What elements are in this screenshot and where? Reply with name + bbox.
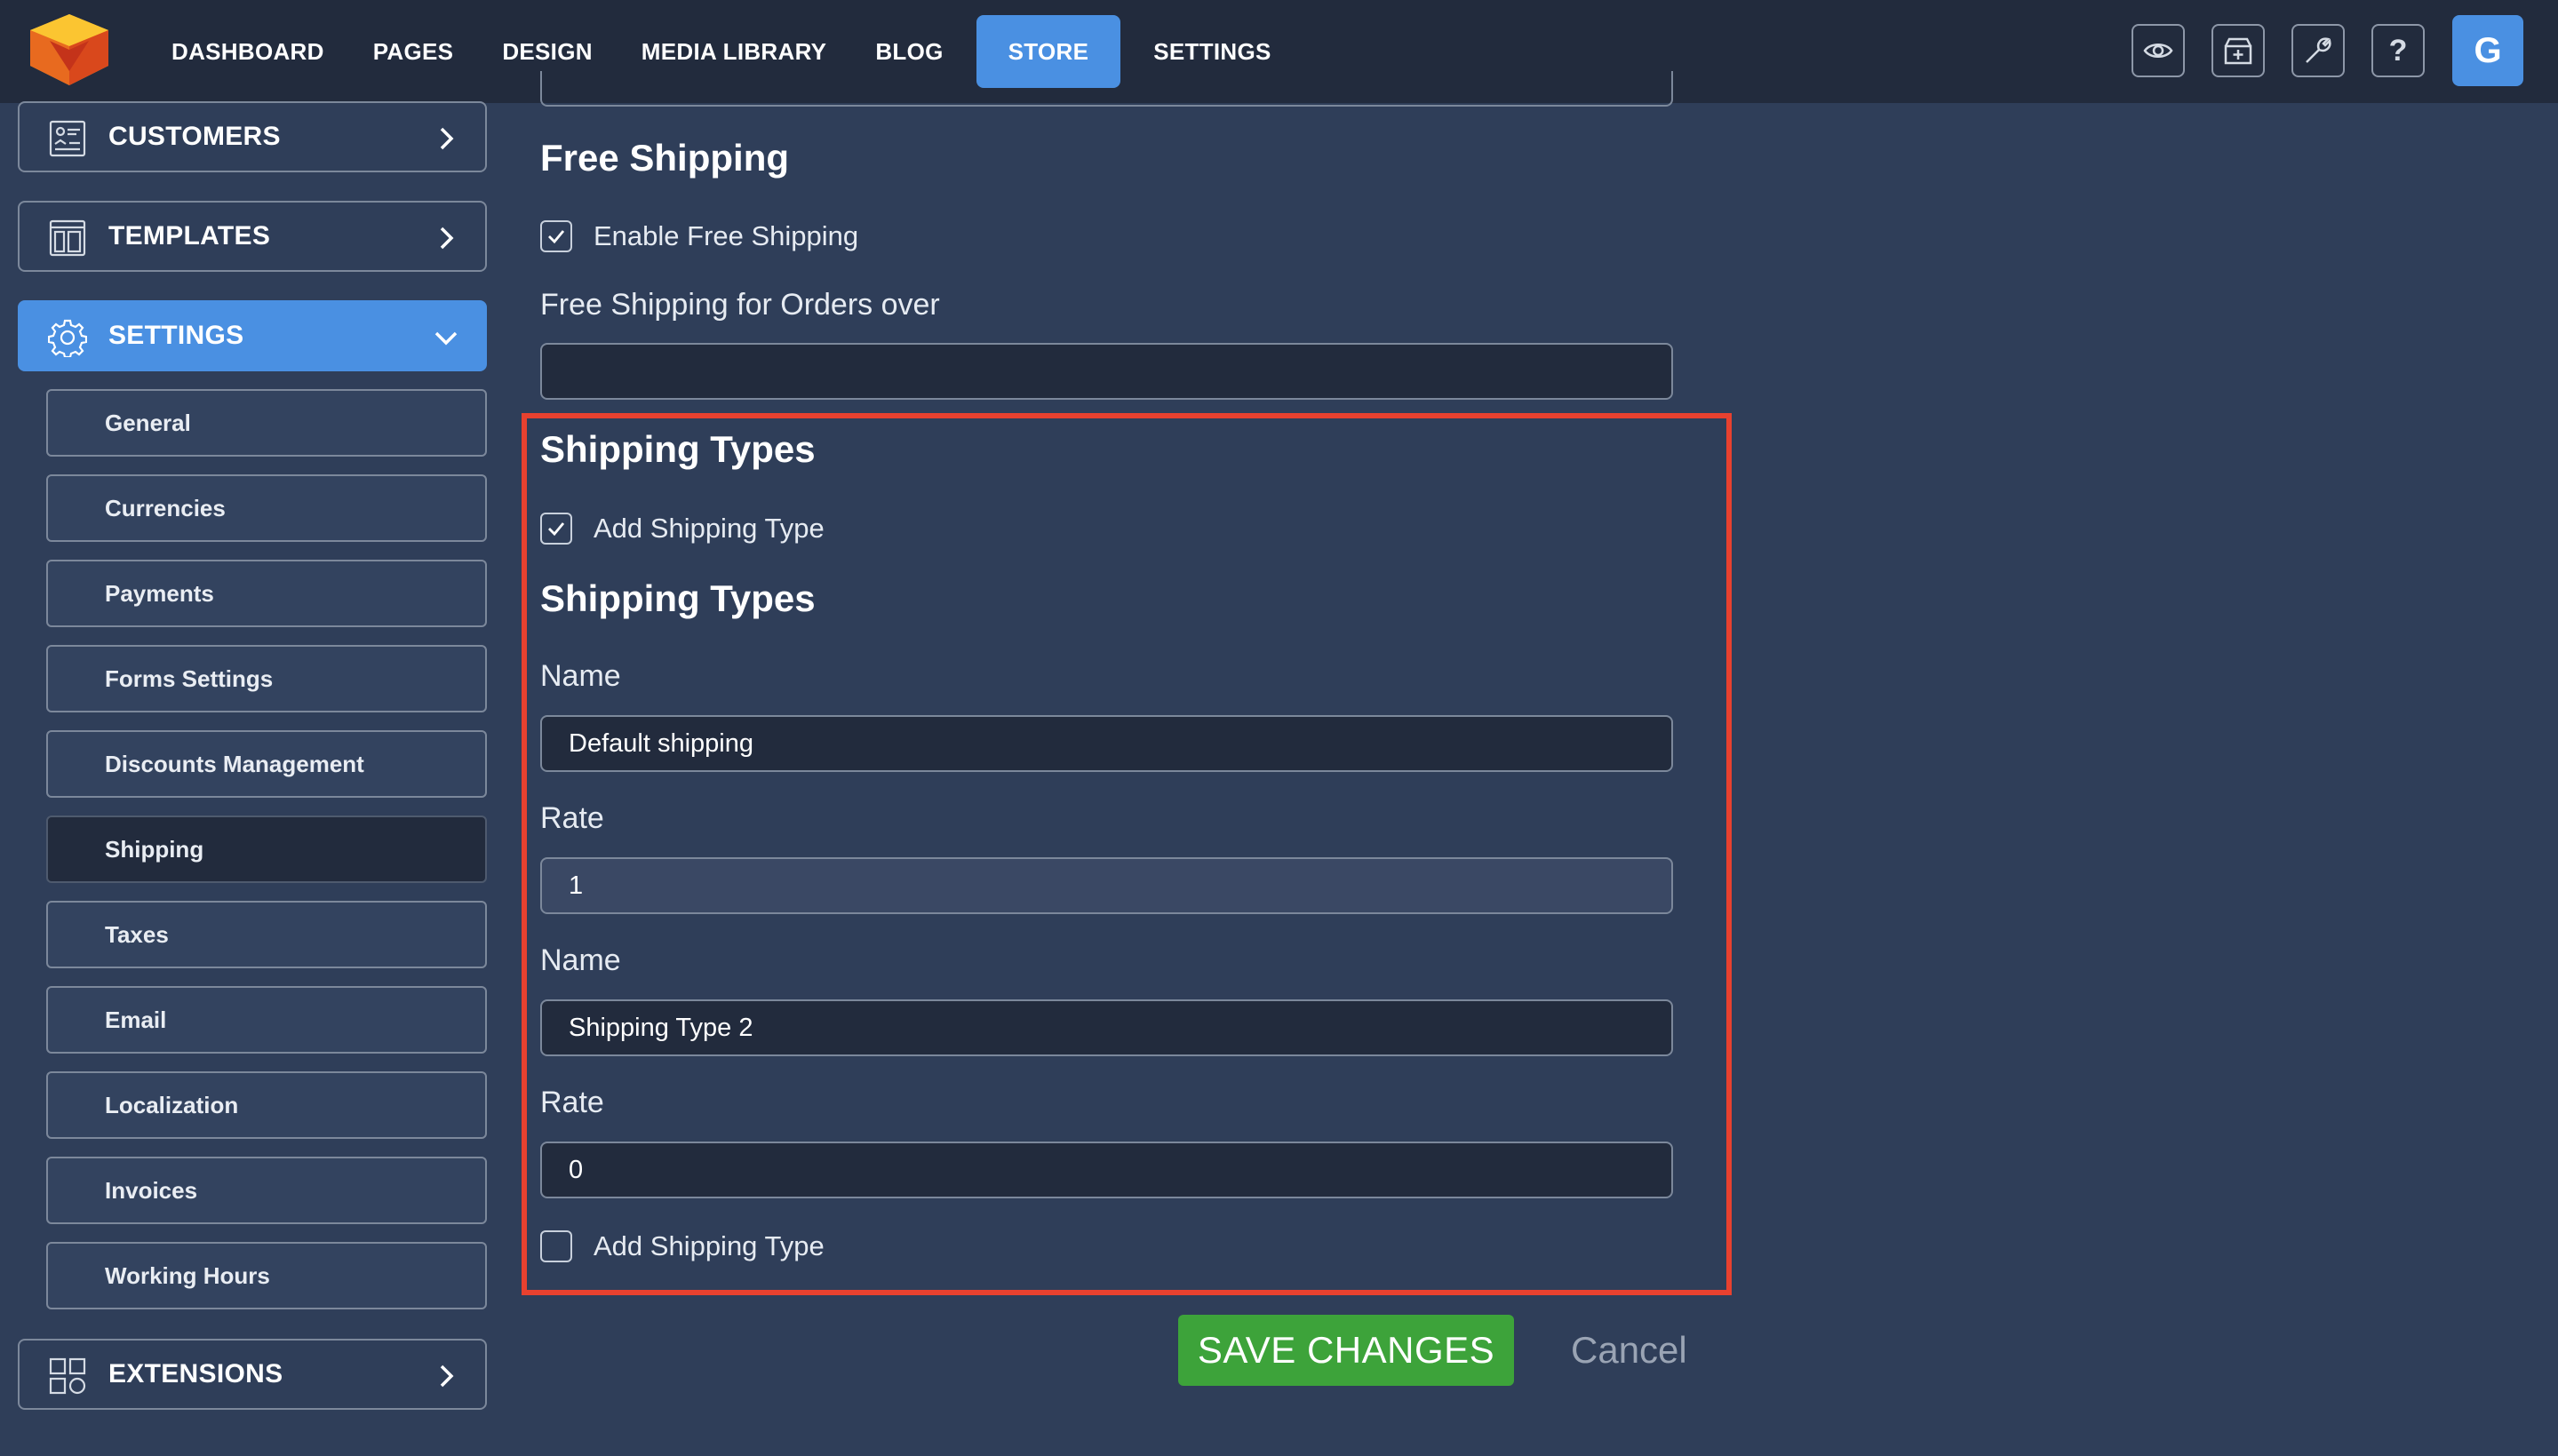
sidebar-customers[interactable]: CUSTOMERS: [18, 101, 487, 172]
settings-item-payments[interactable]: Payments: [46, 560, 487, 627]
add-shipping-type-label: Add Shipping Type: [594, 513, 825, 544]
settings-item-forms-settings[interactable]: Forms Settings: [46, 645, 487, 712]
enable-free-shipping-row[interactable]: Enable Free Shipping: [540, 220, 858, 252]
save-changes-button[interactable]: SAVE CHANGES: [1178, 1315, 1514, 1386]
check-icon: [548, 230, 565, 244]
settings-item-discounts-management[interactable]: Discounts Management: [46, 730, 487, 798]
wrench-icon: [2306, 37, 2331, 63]
shipping-type-2-rate-input[interactable]: 0: [540, 1142, 1673, 1198]
shipping-type-1-rate-input[interactable]: 1: [540, 857, 1673, 914]
shipping-type-1-rate-label: Rate: [540, 801, 604, 835]
sidebar-customers-label: CUSTOMERS: [108, 122, 281, 151]
settings-item-localization[interactable]: Localization: [46, 1071, 487, 1139]
sidebar-templates[interactable]: TEMPLATES: [18, 201, 487, 272]
sidebar-settings[interactable]: SETTINGS: [18, 300, 487, 371]
free-shipping-over-label: Free Shipping for Orders over: [540, 288, 940, 322]
settings-item-shipping[interactable]: Shipping: [46, 816, 487, 883]
cancel-button[interactable]: Cancel: [1571, 1315, 1687, 1386]
nav-pages[interactable]: PAGES: [357, 15, 470, 88]
extensions-icon: [49, 1357, 86, 1395]
shipping-type-2-name-label: Name: [540, 943, 621, 977]
add-shipping-type-2-checkbox[interactable]: [540, 1230, 572, 1262]
help-icon: ?: [2388, 33, 2408, 68]
logo-icon[interactable]: [30, 14, 108, 85]
add-shipping-type-row[interactable]: Add Shipping Type: [540, 513, 825, 545]
enable-free-shipping-checkbox[interactable]: [540, 220, 572, 252]
avatar[interactable]: G: [2452, 15, 2523, 86]
free-shipping-over-input[interactable]: [540, 343, 1673, 400]
add-shipping-type-2-label: Add Shipping Type: [594, 1230, 825, 1261]
customers-icon: [49, 120, 86, 157]
previous-field-input[interactable]: [540, 71, 1673, 107]
sidebar-extensions-label: EXTENSIONS: [108, 1359, 283, 1388]
tools-button[interactable]: [2291, 24, 2345, 77]
eye-icon: [2143, 44, 2173, 58]
free-shipping-heading: Free Shipping: [540, 137, 790, 179]
chevron-down-icon: [434, 331, 458, 346]
chevron-right-icon: [440, 227, 454, 250]
shipping-type-1-name-input[interactable]: Default shipping: [540, 715, 1673, 772]
settings-item-taxes[interactable]: Taxes: [46, 901, 487, 968]
shipping-types-heading: Shipping Types: [540, 428, 816, 470]
preview-button[interactable]: [2132, 24, 2185, 77]
settings-item-general[interactable]: General: [46, 389, 487, 457]
settings-item-invoices[interactable]: Invoices: [46, 1157, 487, 1224]
add-shipping-type-2-row[interactable]: Add Shipping Type: [540, 1230, 825, 1262]
settings-item-currencies[interactable]: Currencies: [46, 474, 487, 542]
shipping-type-2-rate-label: Rate: [540, 1086, 604, 1119]
chevron-right-icon: [440, 1365, 454, 1388]
shipping-type-2-name-input[interactable]: Shipping Type 2: [540, 999, 1673, 1056]
check-icon: [548, 522, 565, 537]
help-button[interactable]: ?: [2371, 24, 2425, 77]
add-shipping-type-checkbox[interactable]: [540, 513, 572, 545]
store-add-button[interactable]: [2211, 24, 2265, 77]
nav-dashboard[interactable]: DASHBOARD: [155, 15, 340, 88]
settings-item-working-hours[interactable]: Working Hours: [46, 1242, 487, 1309]
shipping-types-subheading: Shipping Types: [540, 577, 816, 619]
settings-item-email[interactable]: Email: [46, 986, 487, 1054]
sidebar-settings-label: SETTINGS: [108, 321, 244, 350]
templates-icon: [49, 219, 86, 257]
chevron-right-icon: [440, 127, 454, 150]
gear-icon: [48, 319, 87, 357]
sidebar-extensions[interactable]: EXTENSIONS: [18, 1339, 487, 1410]
shipping-type-1-name-label: Name: [540, 659, 621, 693]
store-add-icon: [2224, 37, 2252, 65]
sidebar-templates-label: TEMPLATES: [108, 221, 271, 251]
enable-free-shipping-label: Enable Free Shipping: [594, 220, 859, 251]
